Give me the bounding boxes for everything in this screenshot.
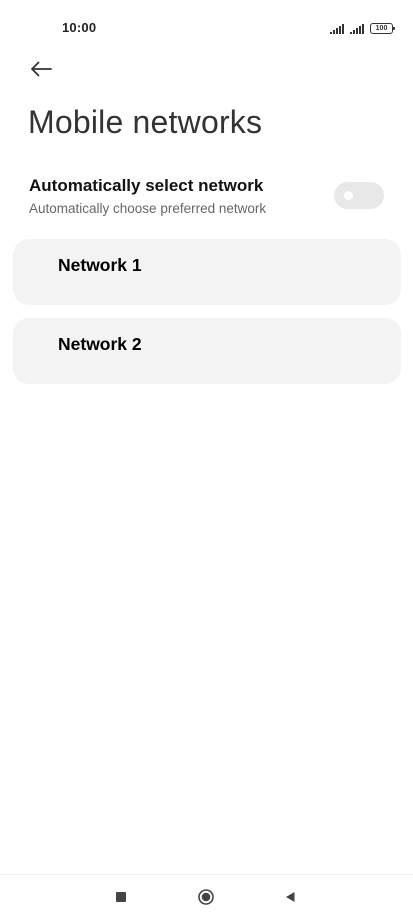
home-icon — [198, 889, 214, 905]
back-button[interactable] — [24, 54, 58, 84]
back-nav-button[interactable] — [278, 885, 302, 909]
auto-select-network-row[interactable]: Automatically select network Automatical… — [0, 170, 413, 224]
arrow-left-icon — [31, 61, 52, 77]
auto-select-toggle[interactable] — [334, 182, 384, 209]
network-card-1[interactable]: Network 1 — [13, 239, 401, 305]
auto-select-subtitle: Automatically choose preferred network — [29, 201, 267, 216]
toggle-knob — [344, 191, 353, 200]
navigation-bar — [0, 874, 413, 919]
back-triangle-icon — [286, 892, 295, 902]
battery-icon: 100 — [370, 23, 395, 34]
signal-icon — [350, 24, 364, 34]
auto-select-title: Automatically select network — [29, 176, 264, 195]
network-label: Network 2 — [58, 334, 142, 354]
network-label: Network 1 — [58, 255, 142, 275]
home-button[interactable] — [194, 885, 218, 909]
status-bar: 10:00 100 — [0, 0, 413, 52]
signal-icon — [330, 24, 344, 34]
status-icons: 100 — [330, 22, 395, 34]
network-card-2[interactable]: Network 2 — [13, 318, 401, 384]
recent-apps-button[interactable] — [109, 885, 133, 909]
page-title: Mobile networks — [28, 104, 263, 140]
recent-apps-icon — [116, 892, 126, 902]
status-time: 10:00 — [62, 20, 97, 35]
